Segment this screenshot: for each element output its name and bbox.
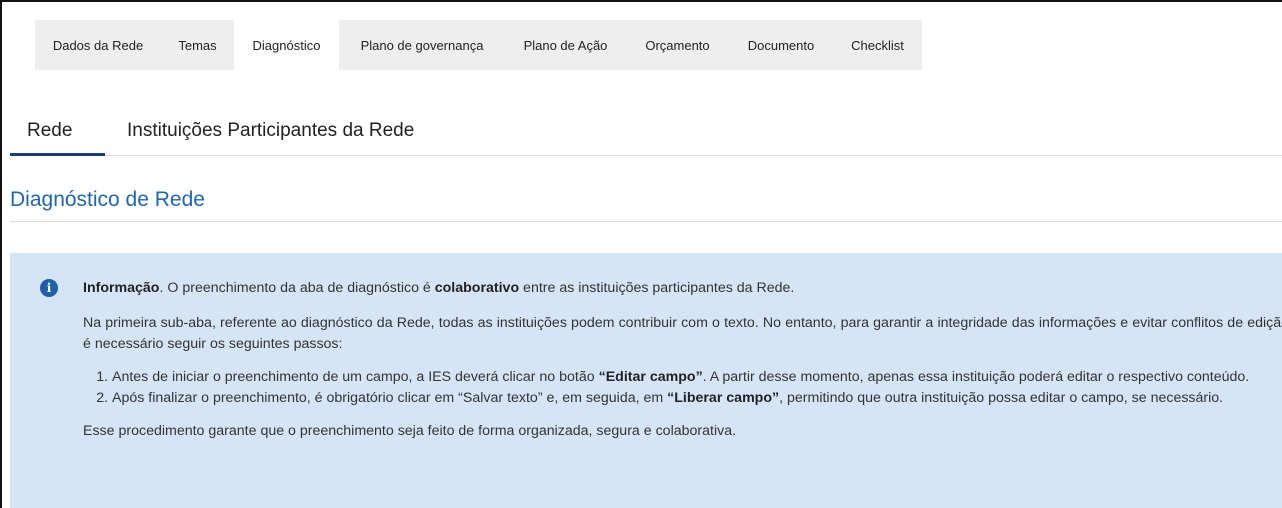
page-title: Diagnóstico de Rede (10, 188, 205, 211)
tab-plano-de-acao[interactable]: Plano de Ação (505, 20, 626, 70)
step1-text-a: Antes de iniciar o preenchimento de um c… (112, 369, 599, 385)
step-item: Antes de iniciar o preenchimento de um c… (112, 367, 1282, 388)
info-intro-label: Informação (83, 280, 160, 296)
steps-list: Antes de iniciar o preenchimento de um c… (83, 367, 1282, 409)
tab-orcamento[interactable]: Orçamento (626, 20, 729, 70)
step1-bold: “Editar campo” (598, 369, 703, 385)
step2-bold: “Liberar campo” (667, 390, 780, 406)
tab-documento[interactable]: Documento (729, 20, 833, 70)
tab-plano-de-governanca[interactable]: Plano de governança (339, 20, 505, 70)
subtab-instituicoes-participantes[interactable]: Instituições Participantes da Rede (105, 110, 414, 155)
top-tab-bar: Dados da Rede Temas Diagnóstico Plano de… (35, 20, 922, 70)
tab-checklist[interactable]: Checklist (833, 20, 922, 70)
step-item: Após finalizar o preenchimento, é obriga… (112, 388, 1282, 409)
step1-text-b: . A partir desse momento, apenas essa in… (702, 369, 1250, 385)
step2-text-a: Após finalizar o preenchimento, é obriga… (112, 390, 668, 406)
info-alert: i Informação. O preenchimento da aba de … (10, 253, 1282, 508)
tab-diagnostico[interactable]: Diagnóstico (234, 20, 339, 70)
info-paragraph: Na primeira sub-aba, referente ao diagnó… (83, 315, 1282, 352)
tab-dados-da-rede[interactable]: Dados da Rede (35, 20, 161, 70)
sub-tab-bar: Rede Instituições Participantes da Rede (10, 110, 1282, 156)
divider (10, 221, 1282, 222)
tab-temas[interactable]: Temas (161, 20, 234, 70)
subtab-rede[interactable]: Rede (10, 110, 105, 156)
info-intro-text-b: entre as instituições participantes da R… (519, 280, 795, 296)
info-intro-text-a: . O preenchimento da aba de diagnóstico … (159, 280, 435, 296)
page-frame: Dados da Rede Temas Diagnóstico Plano de… (0, 0, 1282, 508)
info-closing: Esse procedimento garante que o preenchi… (83, 423, 737, 439)
info-intro-bold: colaborativo (434, 280, 520, 296)
info-content: Informação. O preenchimento da aba de di… (83, 278, 1282, 442)
step2-text-b: , permitindo que outra instituição possa… (779, 390, 1224, 406)
info-icon: i (40, 279, 58, 297)
info-intro: Informação. O preenchimento da aba de di… (83, 278, 1282, 299)
